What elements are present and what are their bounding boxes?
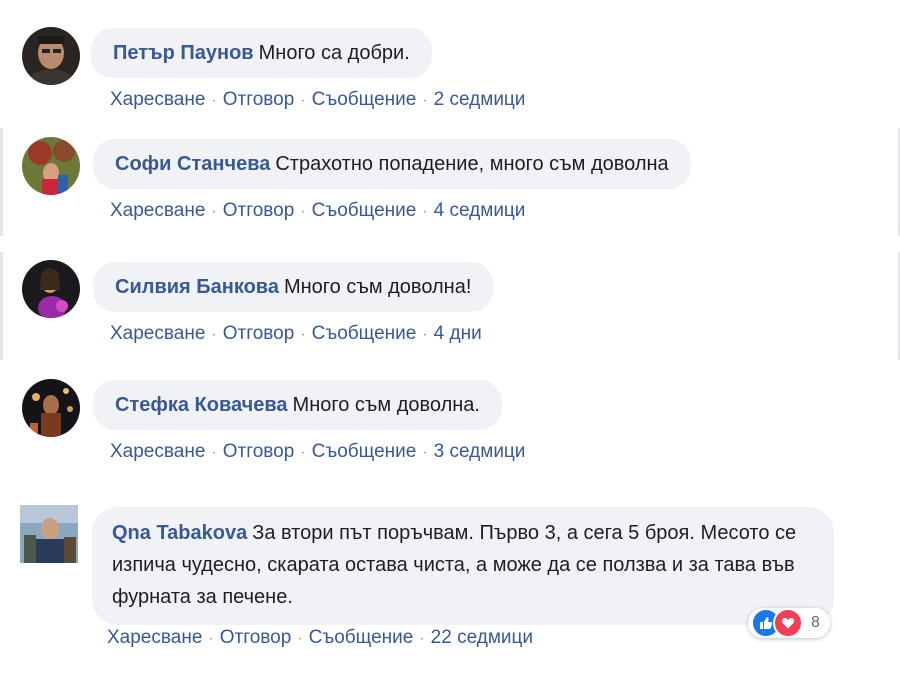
- message-link[interactable]: Съобщение: [312, 200, 417, 221]
- reactions-badge[interactable]: 8: [748, 608, 830, 638]
- like-link[interactable]: Харесване: [107, 627, 202, 648]
- timestamp-link[interactable]: 2 седмици: [434, 89, 526, 110]
- like-link[interactable]: Харесване: [110, 323, 205, 344]
- timestamp-link[interactable]: 22 седмици: [431, 627, 533, 648]
- separator: ·: [208, 630, 214, 647]
- separator: ·: [419, 630, 425, 647]
- avatar[interactable]: [22, 27, 80, 85]
- reaction-count: 8: [811, 614, 820, 631]
- avatar[interactable]: [22, 379, 80, 437]
- comment-bubble: Стефка Ковачева Много съм доволна.: [93, 380, 502, 430]
- comment-actions: Харесване · Отговор · Съобщение · 3 седмици: [110, 441, 525, 463]
- comment-actions: Харесване · Отговор · Съобщение · 4 седмици: [110, 200, 525, 222]
- reply-link[interactable]: Отговор: [223, 89, 295, 110]
- separator: ·: [211, 203, 217, 220]
- separator: ·: [211, 444, 217, 461]
- separator: ·: [422, 203, 428, 220]
- separator: ·: [300, 326, 306, 343]
- comment-author[interactable]: Софи Станчева: [115, 153, 270, 175]
- comment-actions: Харесване · Отговор · Съобщение · 4 дни: [110, 323, 482, 345]
- separator: ·: [211, 92, 217, 109]
- timestamp-link[interactable]: 3 седмици: [434, 441, 526, 462]
- like-link[interactable]: Харесване: [110, 200, 205, 221]
- avatar[interactable]: [22, 137, 80, 195]
- separator: ·: [300, 444, 306, 461]
- comment-author[interactable]: Стефка Ковачева: [115, 394, 288, 416]
- separator: ·: [300, 203, 306, 220]
- reply-link[interactable]: Отговор: [223, 200, 295, 221]
- message-link[interactable]: Съобщение: [309, 627, 414, 648]
- reply-link[interactable]: Отговор: [223, 441, 295, 462]
- comment-text: Много съм доволна.: [292, 394, 480, 416]
- comment-author[interactable]: Qna Tabakova: [112, 522, 247, 544]
- comment-actions: Харесване · Отговор · Съобщение · 22 седмици: [107, 627, 533, 649]
- separator: ·: [300, 92, 306, 109]
- message-link[interactable]: Съобщение: [312, 441, 417, 462]
- comment-bubble: Qna Tabakova За втори път поръчвам. Първо…: [92, 507, 834, 625]
- message-link[interactable]: Съобщение: [312, 89, 417, 110]
- thread-line: [0, 252, 3, 360]
- avatar[interactable]: [20, 505, 78, 563]
- comment-bubble: Петър Паунов Много са добри.: [91, 28, 432, 78]
- message-link[interactable]: Съобщение: [312, 323, 417, 344]
- separator: ·: [422, 444, 428, 461]
- timestamp-link[interactable]: 4 седмици: [434, 200, 526, 221]
- comment-author[interactable]: Силвия Банкова: [115, 276, 279, 298]
- like-link[interactable]: Харесване: [110, 89, 205, 110]
- thread-line: [0, 128, 3, 236]
- comment-text: Много съм доволна!: [283, 276, 472, 298]
- timestamp-link[interactable]: 4 дни: [434, 323, 482, 344]
- comment-bubble: Софи Станчева Страхотно попадение, много …: [93, 139, 691, 189]
- separator: ·: [422, 326, 428, 343]
- comment-text: Много са добри.: [258, 42, 410, 64]
- separator: ·: [211, 326, 217, 343]
- love-icon: [773, 608, 803, 638]
- reply-link[interactable]: Отговор: [223, 323, 295, 344]
- comment-actions: Харесване · Отговор · Съобщение · 2 седмици: [110, 89, 525, 111]
- separator: ·: [422, 92, 428, 109]
- separator: ·: [297, 630, 303, 647]
- comments-page: Петър Паунов Много са добри. Харесване · От…: [0, 0, 900, 700]
- like-link[interactable]: Харесване: [110, 441, 205, 462]
- comment-bubble: Силвия Банкова Много съм доволна!: [93, 262, 494, 312]
- comment-author[interactable]: Петър Паунов: [113, 42, 254, 64]
- comment-text: Страхотно попадение, много съм доволна: [275, 153, 669, 175]
- avatar[interactable]: [22, 260, 80, 318]
- reply-link[interactable]: Отговор: [220, 627, 292, 648]
